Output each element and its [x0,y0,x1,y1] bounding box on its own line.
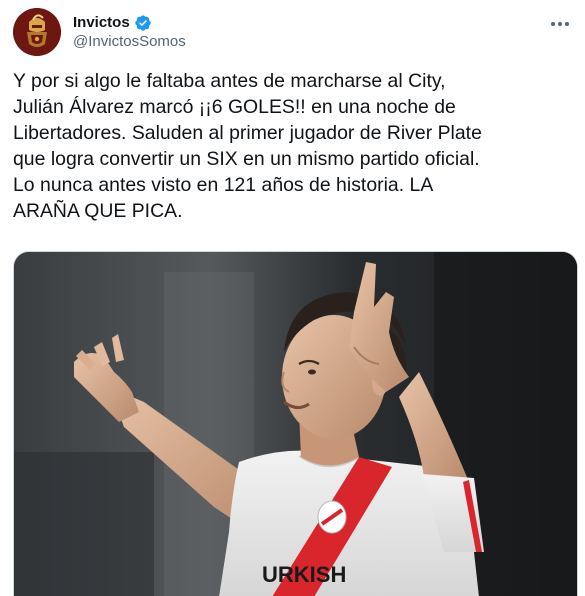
more-options-icon [551,22,569,26]
footballer-celebrating-photo: URKISH [14,252,577,596]
author-name-row: Invictos [73,13,186,32]
tweet-text: Y por si algo le faltaba antes de marcha… [13,70,482,222]
author-avatar[interactable] [13,8,61,56]
author-info: Invictos @InvictosSomos [73,13,186,51]
verified-badge-icon [134,14,152,32]
tweet-media-photo[interactable]: URKISH [13,251,578,596]
author-display-name[interactable]: Invictos [73,13,130,32]
tweet-header: Invictos @InvictosSomos [13,8,572,56]
tweet-card: Invictos @InvictosSomos Y por si algo le… [0,0,585,596]
more-options-button[interactable] [548,14,572,34]
jersey-sponsor-text: URKISH [262,562,346,587]
author-handle[interactable]: @InvictosSomos [73,32,186,51]
invictos-crest-icon [13,8,61,56]
